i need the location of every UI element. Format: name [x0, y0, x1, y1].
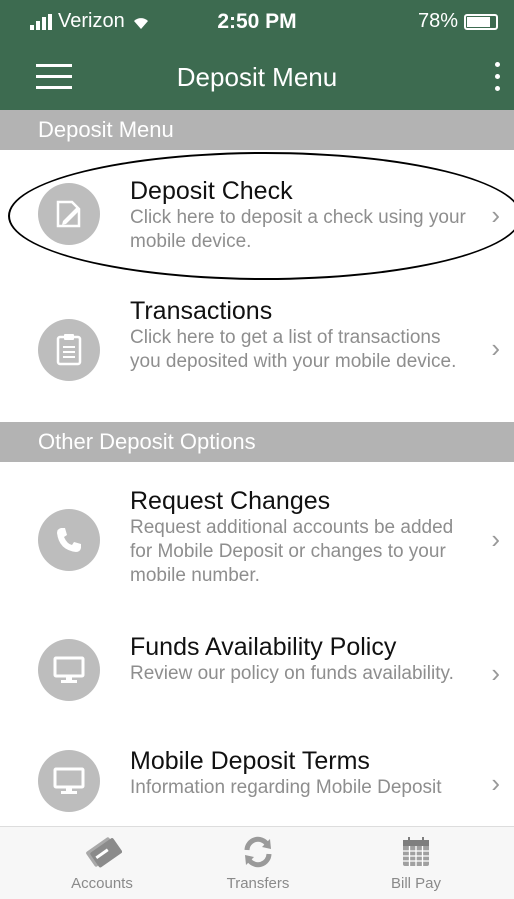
- more-options-icon[interactable]: [492, 60, 502, 94]
- clipboard-icon: [38, 319, 100, 381]
- edit-document-icon: [38, 183, 100, 245]
- menu-item-funds-availability-policy[interactable]: Funds Availability Policy Review our pol…: [0, 614, 514, 727]
- tab-bar: Accounts Transfers Bill Pay: [0, 826, 514, 899]
- item-description: Click here to deposit a check using your…: [130, 207, 466, 252]
- item-title: Transactions: [130, 297, 273, 325]
- tab-accounts[interactable]: Accounts: [32, 827, 172, 899]
- tab-transfers[interactable]: Transfers: [188, 827, 328, 899]
- item-title: Request Changes: [130, 487, 331, 515]
- status-bar: Verizon 2:50 PM 78%: [0, 0, 514, 44]
- item-title: Funds Availability Policy: [130, 633, 397, 661]
- menu-item-deposit-check[interactable]: Deposit Check Click here to deposit a ch…: [0, 150, 514, 279]
- menu-item-mobile-deposit-terms[interactable]: Mobile Deposit Terms Information regardi…: [0, 726, 514, 826]
- section-header-other-deposit-options: Other Deposit Options: [0, 422, 514, 462]
- menu-item-transactions[interactable]: Transactions Click here to get a list of…: [0, 278, 514, 423]
- battery-icon: [464, 13, 498, 30]
- monitor-icon: [38, 750, 100, 812]
- calendar-icon: [396, 835, 436, 869]
- tab-bill-pay[interactable]: Bill Pay: [346, 827, 486, 899]
- battery-status: 78%: [418, 10, 498, 33]
- item-description: Click here to get a list of transactions…: [130, 327, 457, 372]
- menu-item-request-changes[interactable]: Request Changes Request additional accou…: [0, 462, 514, 615]
- item-description: Information regarding Mobile Deposit: [130, 777, 442, 798]
- chevron-right-icon: ›: [491, 524, 500, 554]
- item-description: Request additional accounts be added for…: [130, 517, 454, 586]
- phone-icon: [38, 509, 100, 571]
- chevron-right-icon: ›: [491, 658, 500, 688]
- refresh-icon: [238, 835, 278, 869]
- chevron-right-icon: ›: [491, 768, 500, 798]
- item-description: Review our policy on funds availability.: [130, 663, 454, 684]
- chevron-right-icon: ›: [491, 333, 500, 363]
- item-title: Mobile Deposit Terms: [130, 747, 370, 775]
- monitor-icon: [38, 639, 100, 701]
- item-title: Deposit Check: [130, 177, 293, 205]
- tab-label: Accounts: [71, 875, 133, 892]
- cards-icon: [82, 835, 122, 869]
- section-header-deposit-menu: Deposit Menu: [0, 110, 514, 150]
- chevron-right-icon: ›: [491, 200, 500, 230]
- battery-percent: 78%: [417, 10, 458, 32]
- tab-label: Transfers: [226, 875, 290, 892]
- tab-label: Bill Pay: [390, 875, 442, 892]
- page-title: Deposit Menu: [176, 62, 338, 92]
- nav-bar: Deposit Menu: [0, 44, 514, 110]
